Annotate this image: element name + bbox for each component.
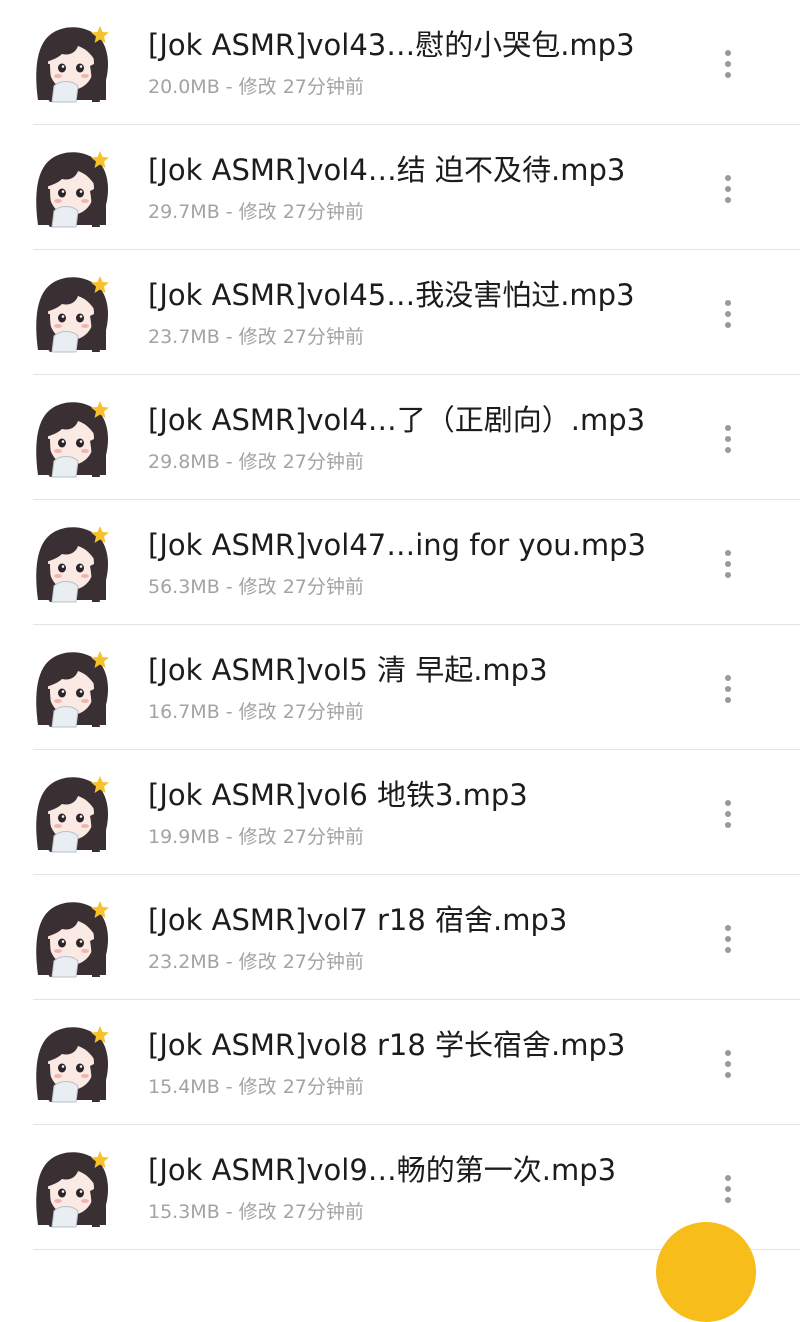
file-meta: 56.3MB - 修改 27分钟前 (148, 576, 364, 598)
dot (725, 800, 731, 806)
file-name: [Jok ASMR]vol45…我没害怕过.mp3 (148, 278, 635, 312)
dot (725, 1050, 731, 1056)
file-name: [Jok ASMR]vol9…畅的第一次.mp3 (148, 1153, 617, 1187)
more-vertical-icon[interactable] (708, 415, 748, 463)
file-row[interactable]: [Jok ASMR]vol8 r18 学长宿舍.mp3 15.4MB - 修改 … (0, 1000, 800, 1125)
file-row[interactable]: [Jok ASMR]vol5 清 早起.mp3 16.7MB - 修改 27分钟… (0, 625, 800, 750)
file-row[interactable]: [Jok ASMR]vol4…了（正剧向）.mp3 29.8MB - 修改 27… (0, 375, 800, 500)
file-row[interactable]: [Jok ASMR]vol47…ing for you.mp3 56.3MB -… (0, 500, 800, 625)
dot (725, 447, 731, 453)
anime-girl-thumbnail-icon (30, 770, 114, 854)
dot (725, 50, 731, 56)
anime-girl-thumbnail-icon (30, 1020, 114, 1104)
more-vertical-icon[interactable] (708, 1040, 748, 1088)
file-name: [Jok ASMR]vol43…慰的小哭包.mp3 (148, 28, 635, 62)
more-vertical-icon[interactable] (708, 40, 748, 88)
file-row[interactable]: [Jok ASMR]vol7 r18 宿舍.mp3 23.2MB - 修改 27… (0, 875, 800, 1000)
dot (725, 936, 731, 942)
more-vertical-icon[interactable] (708, 290, 748, 338)
dot (725, 1197, 731, 1203)
more-vertical-icon[interactable] (708, 790, 748, 838)
anime-girl-thumbnail-icon (30, 895, 114, 979)
dot (725, 1061, 731, 1067)
file-row[interactable]: [Jok ASMR]vol6 地铁3.mp3 19.9MB - 修改 27分钟前 (0, 750, 800, 875)
fab-button[interactable] (656, 1222, 756, 1322)
file-meta: 23.7MB - 修改 27分钟前 (148, 326, 364, 348)
dot (725, 175, 731, 181)
file-meta: 16.7MB - 修改 27分钟前 (148, 701, 364, 723)
dot (725, 436, 731, 442)
file-meta: 15.4MB - 修改 27分钟前 (148, 1076, 364, 1098)
anime-girl-thumbnail-icon (30, 145, 114, 229)
file-name: [Jok ASMR]vol8 r18 学长宿舍.mp3 (148, 1028, 626, 1062)
file-name: [Jok ASMR]vol5 清 早起.mp3 (148, 653, 548, 687)
dot (725, 1186, 731, 1192)
file-meta: 23.2MB - 修改 27分钟前 (148, 951, 364, 973)
dot (725, 1072, 731, 1078)
dot (725, 197, 731, 203)
file-row[interactable]: [Jok ASMR]vol43…慰的小哭包.mp3 20.0MB - 修改 27… (0, 0, 800, 125)
dot (725, 186, 731, 192)
dot (725, 675, 731, 681)
dot (725, 550, 731, 556)
file-row[interactable]: [Jok ASMR]vol45…我没害怕过.mp3 23.7MB - 修改 27… (0, 250, 800, 375)
dot (725, 561, 731, 567)
file-name: [Jok ASMR]vol4…了（正剧向）.mp3 (148, 403, 646, 437)
file-name: [Jok ASMR]vol6 地铁3.mp3 (148, 778, 528, 812)
file-meta: 19.9MB - 修改 27分钟前 (148, 826, 364, 848)
dot (725, 925, 731, 931)
dot (725, 686, 731, 692)
dot (725, 572, 731, 578)
more-vertical-icon[interactable] (708, 165, 748, 213)
file-meta: 20.0MB - 修改 27分钟前 (148, 76, 364, 98)
file-name: [Jok ASMR]vol4…结 迫不及待.mp3 (148, 153, 626, 187)
anime-girl-thumbnail-icon (30, 645, 114, 729)
file-list: [Jok ASMR]vol43…慰的小哭包.mp3 20.0MB - 修改 27… (0, 0, 800, 1250)
anime-girl-thumbnail-icon (30, 520, 114, 604)
dot (725, 322, 731, 328)
anime-girl-thumbnail-icon (30, 395, 114, 479)
file-meta: 29.8MB - 修改 27分钟前 (148, 451, 364, 473)
dot (725, 947, 731, 953)
dot (725, 72, 731, 78)
anime-girl-thumbnail-icon (30, 20, 114, 104)
anime-girl-thumbnail-icon (30, 1145, 114, 1229)
more-vertical-icon[interactable] (708, 665, 748, 713)
dot (725, 822, 731, 828)
file-row[interactable]: [Jok ASMR]vol4…结 迫不及待.mp3 29.7MB - 修改 27… (0, 125, 800, 250)
file-name: [Jok ASMR]vol47…ing for you.mp3 (148, 528, 646, 562)
dot (725, 311, 731, 317)
dot (725, 697, 731, 703)
file-meta: 15.3MB - 修改 27分钟前 (148, 1201, 364, 1223)
anime-girl-thumbnail-icon (30, 270, 114, 354)
dot (725, 1175, 731, 1181)
more-vertical-icon[interactable] (708, 1165, 748, 1213)
dot (725, 811, 731, 817)
dot (725, 300, 731, 306)
dot (725, 425, 731, 431)
more-vertical-icon[interactable] (708, 540, 748, 588)
file-meta: 29.7MB - 修改 27分钟前 (148, 201, 364, 223)
more-vertical-icon[interactable] (708, 915, 748, 963)
dot (725, 61, 731, 67)
file-name: [Jok ASMR]vol7 r18 宿舍.mp3 (148, 903, 568, 937)
